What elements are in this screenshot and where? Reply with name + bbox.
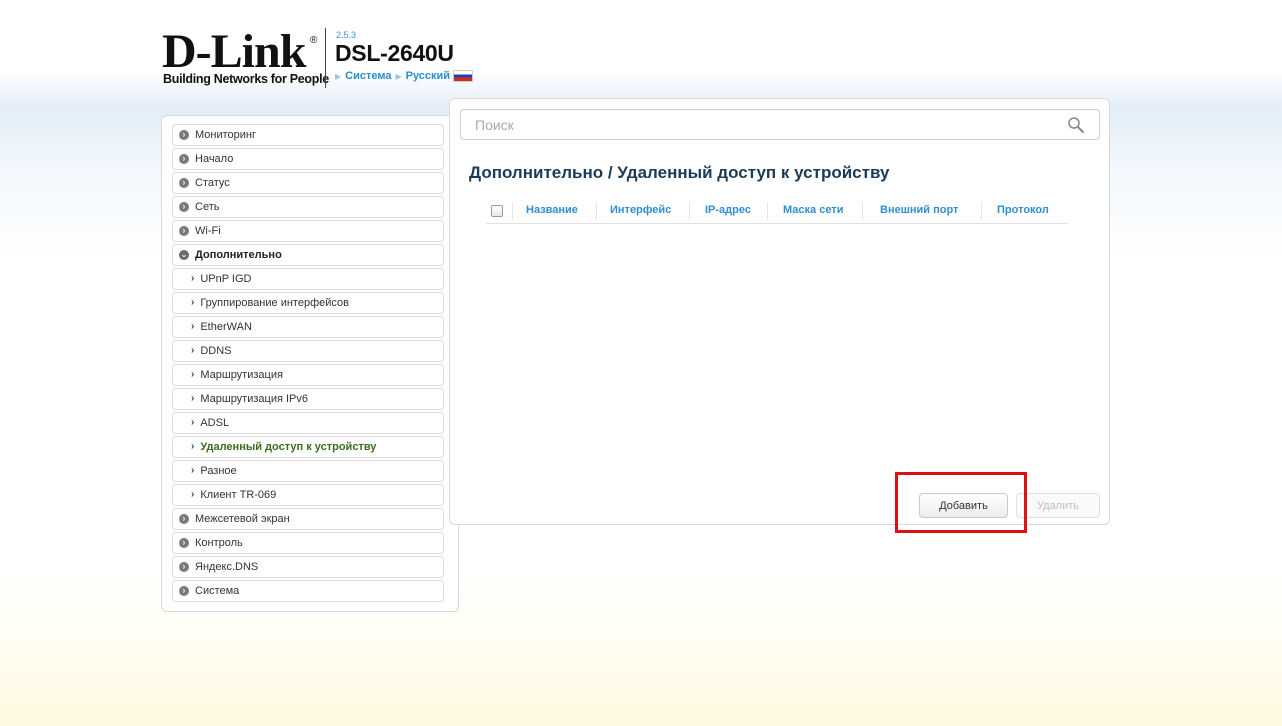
column-divider xyxy=(512,202,513,220)
chevron-right-circle-icon: › xyxy=(179,154,189,164)
chevron-right-icon: › xyxy=(191,273,195,284)
sidebar-item-label: EtherWAN xyxy=(200,321,252,333)
device-model: DSL-2640U xyxy=(335,40,454,66)
search-input[interactable] xyxy=(461,110,1051,139)
nav-language-link[interactable]: Русский xyxy=(406,70,450,82)
column-header-name[interactable]: Название xyxy=(526,204,578,216)
header-divider xyxy=(325,28,326,88)
chevron-right-circle-icon: › xyxy=(179,226,189,236)
column-header-interface[interactable]: Интерфейс xyxy=(610,204,671,216)
russian-flag-icon[interactable] xyxy=(453,70,474,82)
sidebar-subitem-upnp-igd[interactable]: › UPnP IGD xyxy=(172,268,444,290)
chevron-right-icon: › xyxy=(191,465,195,476)
chevron-right-circle-icon: › xyxy=(179,178,189,188)
chevron-right-circle-icon: › xyxy=(179,586,189,596)
sidebar-subitem-adsl[interactable]: › ADSL xyxy=(172,412,444,434)
firmware-version: 2.5.3 xyxy=(336,30,357,40)
column-header-netmask[interactable]: Маска сети xyxy=(783,204,843,216)
chevron-right-circle-icon: › xyxy=(179,562,189,572)
sidebar-item-firewall[interactable]: › Межсетевой экран xyxy=(172,508,444,530)
sidebar-item-wifi[interactable]: › Wi-Fi xyxy=(172,220,444,242)
sidebar-item-control[interactable]: › Контроль xyxy=(172,532,444,554)
column-header-external-port[interactable]: Внешний порт xyxy=(880,204,958,216)
chevron-right-icon: › xyxy=(191,393,195,404)
header-nav: ▶ Система ▶ Русский xyxy=(335,70,474,82)
brand-name: D-Link xyxy=(162,25,306,78)
sidebar-subitem-etherwan[interactable]: › EtherWAN xyxy=(172,316,444,338)
delete-button[interactable]: Удалить xyxy=(1016,493,1100,518)
sidebar-subitem-routing[interactable]: › Маршрутизация xyxy=(172,364,444,386)
sidebar-item-label: Яндекс.DNS xyxy=(195,561,259,573)
registered-mark: ® xyxy=(310,35,318,46)
sidebar-item-system[interactable]: › Система xyxy=(172,580,444,602)
sidebar-subitem-ddns[interactable]: › DDNS xyxy=(172,340,444,362)
sidebar-menu: › Мониторинг › Начало › Статус › Сеть › … xyxy=(161,115,459,612)
chevron-right-icon: › xyxy=(191,297,195,308)
sidebar-item-label: Группирование интерфейсов xyxy=(200,297,349,309)
sidebar-item-label: Межсетевой экран xyxy=(195,513,290,525)
highlight-frame xyxy=(895,472,1027,533)
sidebar-item-label: Wi-Fi xyxy=(195,225,221,237)
chevron-right-circle-icon: › xyxy=(179,514,189,524)
chevron-right-circle-icon: › xyxy=(179,538,189,548)
column-divider xyxy=(596,202,597,220)
sidebar-item-label: ADSL xyxy=(200,417,230,429)
main-panel: Дополнительно / Удаленный доступ к устро… xyxy=(449,98,1110,525)
search-icon[interactable] xyxy=(1067,116,1085,134)
sidebar-item-label: Разное xyxy=(200,465,237,477)
sidebar-item-label: Дополнительно xyxy=(195,249,282,261)
nav-system-link[interactable]: Система xyxy=(345,70,391,82)
sidebar-item-label: DDNS xyxy=(200,345,232,357)
sidebar-item-label: Статус xyxy=(195,177,230,189)
sidebar-item-label: Начало xyxy=(195,153,234,165)
sidebar-item-label: Маршрутизация IPv6 xyxy=(200,393,308,405)
page-title: Дополнительно / Удаленный доступ к устро… xyxy=(469,163,890,182)
rules-table-header: Название Интерфейс IP-адрес Маска сети В… xyxy=(486,202,1068,224)
sidebar-item-network[interactable]: › Сеть xyxy=(172,196,444,218)
sidebar-item-start[interactable]: › Начало xyxy=(172,148,444,170)
chevron-right-icon: › xyxy=(191,441,195,452)
column-divider xyxy=(981,202,982,220)
sidebar-item-label: Сеть xyxy=(195,201,220,213)
chevron-right-icon: › xyxy=(191,417,195,428)
chevron-right-icon: › xyxy=(191,345,195,356)
sidebar-item-monitoring[interactable]: › Мониторинг xyxy=(172,124,444,146)
column-header-protocol[interactable]: Протокол xyxy=(997,204,1049,216)
sidebar-subitem-interface-grouping[interactable]: › Группирование интерфейсов xyxy=(172,292,444,314)
chevron-right-circle-icon: › xyxy=(179,130,189,140)
sidebar-item-yandex-dns[interactable]: › Яндекс.DNS xyxy=(172,556,444,578)
sidebar-subitem-routing-ipv6[interactable]: › Маршрутизация IPv6 xyxy=(172,388,444,410)
sidebar-item-label: Удаленный доступ к устройству xyxy=(200,441,377,453)
chevron-right-icon: › xyxy=(191,369,195,380)
sidebar-item-status[interactable]: › Статус xyxy=(172,172,444,194)
column-header-ip-address[interactable]: IP-адрес xyxy=(705,204,751,216)
sidebar-item-advanced[interactable]: ⌄ Дополнительно xyxy=(172,244,444,266)
chevron-right-icon: › xyxy=(191,489,195,500)
search-box xyxy=(460,109,1100,140)
sidebar-subitem-remote-access[interactable]: › Удаленный доступ к устройству xyxy=(172,436,444,458)
arrow-right-icon: ▶ xyxy=(395,71,402,81)
sidebar-item-label: Контроль xyxy=(195,537,243,549)
chevron-down-circle-icon: ⌄ xyxy=(179,250,189,260)
column-divider xyxy=(767,202,768,220)
brand-tagline: Building Networks for People xyxy=(163,72,329,86)
sidebar-subitem-tr069-client[interactable]: › Клиент TR-069 xyxy=(172,484,444,506)
sidebar-item-label: Мониторинг xyxy=(195,129,257,141)
sidebar-item-label: Клиент TR-069 xyxy=(200,489,277,501)
sidebar-subitem-misc[interactable]: › Разное xyxy=(172,460,444,482)
column-divider xyxy=(689,202,690,220)
column-divider xyxy=(862,202,863,220)
arrow-right-icon: ▶ xyxy=(335,71,342,81)
chevron-right-circle-icon: › xyxy=(179,202,189,212)
dlink-logo[interactable]: D-Link ® Building Networks for People xyxy=(162,25,329,90)
chevron-right-icon: › xyxy=(191,321,195,332)
select-all-checkbox[interactable] xyxy=(491,205,503,217)
sidebar-item-label: Маршрутизация xyxy=(200,369,283,381)
sidebar-item-label: UPnP IGD xyxy=(200,273,252,285)
sidebar-item-label: Система xyxy=(195,585,240,597)
